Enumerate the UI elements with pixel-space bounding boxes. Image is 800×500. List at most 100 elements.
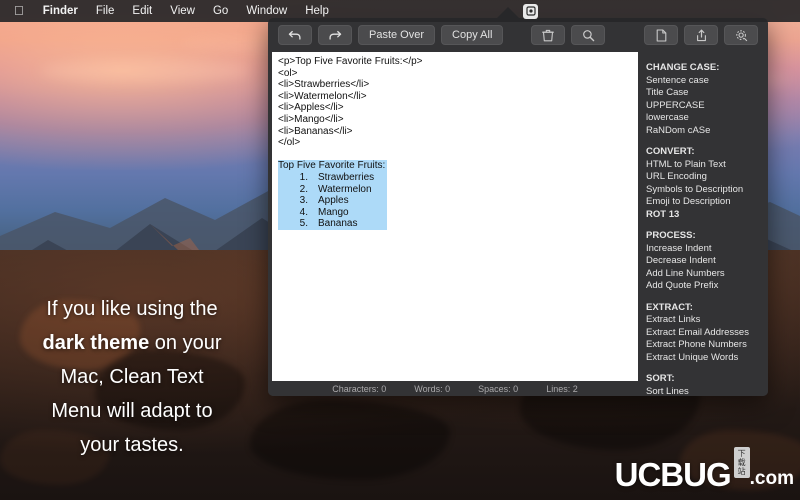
result-list-item: 2. Watermelon: [278, 184, 387, 196]
caption-line-3: Mac, Clean Text: [60, 366, 204, 388]
trash-icon: [542, 29, 555, 41]
editor-column: <p>Top Five Favorite Fruits:</p> <ol> <l…: [268, 52, 638, 396]
menu-section-heading-convert: CONVERT:: [646, 146, 695, 157]
site-watermark: UCBUG 下载站 .com: [615, 447, 794, 492]
menu-bar-status-items: [523, 3, 540, 19]
menu-item-sort-lines[interactable]: Sort Lines: [646, 386, 762, 397]
copy-all-button[interactable]: Copy All: [441, 25, 504, 45]
settings-button[interactable]: [724, 25, 758, 45]
source-line: <li>Strawberries</li>: [278, 79, 370, 91]
share-icon: [696, 29, 706, 41]
gear-icon: [735, 29, 747, 41]
search-icon: [582, 29, 595, 41]
menu-item-decrease-indent[interactable]: Decrease Indent: [646, 255, 762, 268]
text-editor[interactable]: <p>Top Five Favorite Fruits:</p> <ol> <l…: [272, 52, 638, 381]
menu-item-file[interactable]: File: [87, 0, 124, 22]
menu-item-window[interactable]: Window: [237, 0, 296, 22]
source-line: <li>Watermelon</li>: [278, 90, 367, 102]
undo-button[interactable]: [278, 25, 312, 45]
caption-line-2-rest: on your: [149, 332, 222, 354]
menu-item-url-encoding[interactable]: URL Encoding: [646, 171, 762, 184]
new-document-button[interactable]: [644, 25, 678, 45]
result-list-item: 4. Mango: [278, 207, 387, 219]
result-list-item: 5. Bananas: [278, 218, 387, 230]
menu-item-add-quote-prefix[interactable]: Add Quote Prefix: [646, 280, 762, 293]
share-button[interactable]: [684, 25, 718, 45]
document-icon: [656, 28, 666, 42]
result-item-text: Bananas: [318, 218, 358, 230]
result-item-number: 2.: [299, 183, 308, 195]
menu-item-random-case[interactable]: RaNDom cASe: [646, 125, 762, 138]
menu-item-emoji-to-description[interactable]: Emoji to Description: [646, 196, 762, 209]
status-spaces: Spaces: 0: [478, 383, 519, 394]
popover-toolbar: Paste Over Copy All: [268, 18, 768, 52]
menu-section-heading-extract: EXTRACT:: [646, 301, 693, 313]
source-line: </ol>: [278, 137, 301, 149]
status-words: Words: 0: [414, 383, 451, 394]
popover-body: <p>Top Five Favorite Fruits:</p> <ol> <l…: [268, 52, 768, 396]
converted-text-selection[interactable]: Top Five Favorite Fruits: 1. Strawberrie…: [278, 160, 388, 230]
clean-text-menu-glyph: [525, 6, 536, 16]
caption-bold-phrase: dark theme: [42, 332, 150, 354]
menu-item-symbols-to-description[interactable]: Symbols to Description: [646, 184, 762, 197]
menu-item-extract-email-addresses[interactable]: Extract Email Addresses: [646, 327, 762, 340]
result-item-number: 5.: [299, 218, 308, 230]
clean-text-menu-icon[interactable]: [523, 3, 538, 19]
menu-item-extract-links[interactable]: Extract Links: [646, 314, 762, 327]
menu-item-edit[interactable]: Edit: [123, 0, 161, 22]
menu-item-uppercase[interactable]: UPPERCASE: [646, 100, 762, 113]
result-item-number: 1.: [299, 171, 308, 183]
search-button[interactable]: [571, 25, 606, 45]
result-list-item: 1. Strawberries: [278, 172, 387, 184]
redo-arrow-icon: [329, 30, 342, 40]
source-line: <ol>: [278, 67, 298, 79]
result-item-text: Strawberries: [318, 171, 375, 183]
source-line: <li>Bananas</li>: [278, 125, 353, 137]
source-line: <li>Apples</li>: [278, 102, 344, 114]
menu-item-extract-unique-words[interactable]: Extract Unique Words: [646, 352, 762, 365]
undo-arrow-icon: [288, 30, 301, 40]
watermark-tld: .com: [749, 468, 794, 489]
menu-item-add-line-numbers[interactable]: Add Line Numbers: [646, 268, 762, 281]
editor-blank-line: [278, 149, 633, 161]
menu-item-finder[interactable]: Finder: [34, 0, 87, 22]
editor-status-bar: Characters: 0 Words: 0 Spaces: 0 Lines: …: [272, 381, 638, 396]
menu-item-view[interactable]: View: [161, 0, 204, 22]
operations-menu: CHANGE CASE: Sentence case Title Case UP…: [638, 52, 768, 396]
source-line: <p>Top Five Favorite Fruits:</p>: [278, 56, 423, 67]
result-item-text: Watermelon: [318, 183, 372, 195]
menu-item-go[interactable]: Go: [204, 0, 237, 22]
menu-item-title-case[interactable]: Title Case: [646, 87, 762, 100]
result-item-text: Apples: [318, 195, 349, 207]
status-lines: Lines: 2: [546, 383, 578, 394]
clean-text-menu-popover: Paste Over Copy All <p>Top Five Favorite…: [268, 18, 768, 396]
macos-menu-bar:  Finder File Edit View Go Window Help: [0, 0, 800, 22]
menu-item-help[interactable]: Help: [296, 0, 338, 22]
menu-item-sentence-case[interactable]: Sentence case: [646, 75, 762, 88]
result-item-number: 4.: [299, 206, 308, 218]
result-item-text: Mango: [318, 206, 349, 218]
result-title: Top Five Favorite Fruits:: [278, 160, 386, 172]
apple-logo-icon[interactable]: : [8, 0, 34, 22]
source-line: <li>Mango</li>: [278, 113, 344, 125]
delete-button[interactable]: [531, 25, 566, 45]
menu-item-lowercase[interactable]: lowercase: [646, 112, 762, 125]
menu-item-extract-phone-numbers[interactable]: Extract Phone Numbers: [646, 339, 762, 352]
status-characters: Characters: 0: [332, 383, 387, 394]
watermark-badge: 下载站: [733, 447, 750, 478]
result-list-item: 3. Apples: [278, 195, 387, 207]
wallpaper-cloud: [40, 60, 250, 82]
caption-line-5: your tastes.: [80, 434, 184, 456]
menu-section-heading-sort: SORT:: [646, 373, 675, 384]
paste-over-button[interactable]: Paste Over: [358, 25, 436, 45]
menu-item-increase-indent[interactable]: Increase Indent: [646, 243, 762, 256]
menu-item-rot-13[interactable]: ROT 13: [646, 209, 762, 222]
caption-line-2: dark theme on your: [6, 326, 258, 360]
promotional-caption: If you like using the dark theme on your…: [6, 292, 258, 462]
caption-line-4: Menu will adapt to: [51, 400, 213, 422]
watermark-brand: UCBUG: [614, 456, 732, 493]
caption-line-1: If you like using the: [46, 298, 218, 320]
redo-button[interactable]: [318, 25, 352, 45]
menu-item-html-to-plain-text[interactable]: HTML to Plain Text: [646, 159, 762, 172]
menu-section-heading-change-case: CHANGE CASE:: [646, 62, 720, 73]
